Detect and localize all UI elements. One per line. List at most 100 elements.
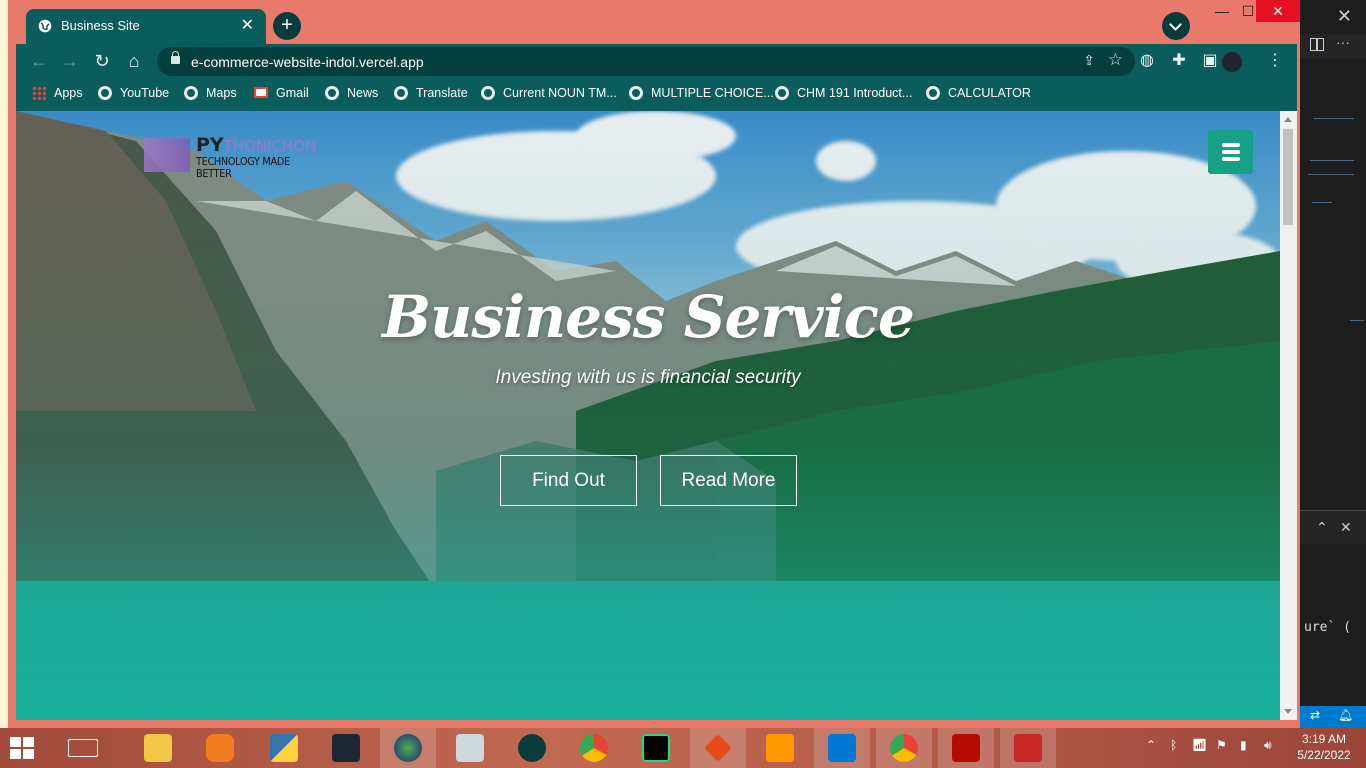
scrollbar-thumb[interactable] [1283,129,1293,225]
wifi-icon[interactable]: 📶︎ [1192,738,1207,752]
network-tool-icon[interactable] [442,728,498,768]
tab-close-icon[interactable]: ✕ [241,15,254,35]
bookmarks-bar: Apps YouTube Maps Gmail News Translate C… [16,79,1297,111]
editor-status-bar: ⇄ 🔔︎ [1300,706,1366,728]
panel-close-icon[interactable]: ✕ [1340,519,1352,536]
file-explorer-icon[interactable] [130,728,186,768]
globe-icon [394,86,408,100]
new-tab-button[interactable]: + [273,12,301,40]
python-icon[interactable] [256,728,312,768]
logo-name: THONICHON [223,137,317,155]
home-icon[interactable]: ⌂ [123,50,145,72]
logo-mark-icon [144,138,190,172]
back-arrow-icon[interactable]: ← [28,50,50,72]
flag-icon[interactable]: ⚑ [1216,738,1227,752]
windows-start-icon[interactable] [10,737,34,759]
chrome-icon[interactable] [566,728,622,768]
editor-close-icon[interactable]: ✕ [1337,6,1352,27]
bookmark-multiple-choice[interactable]: MULTIPLE CHOICE... [629,85,774,105]
bookmark-news[interactable]: News [325,85,378,105]
tab-search-button[interactable] [1162,12,1190,40]
bookmark-calculator[interactable]: CALCULATOR [926,85,1031,105]
lock-icon[interactable] [171,51,180,64]
internet-download-manager-icon[interactable] [380,728,436,768]
hero-title: Business Service [382,283,915,351]
terminal-panel-header: ⌃ ✕ [1300,510,1366,544]
system-clock[interactable]: 3:19 AM 5/22/2022 [1292,731,1356,763]
tab-business-site[interactable]: Business Site ✕ [26,9,266,44]
bookmark-maps[interactable]: Maps [184,85,237,105]
find-out-button[interactable]: Find Out [500,455,637,506]
wps-pdf-icon[interactable] [1000,728,1056,768]
forward-arrow-icon[interactable]: → [59,50,81,72]
scroll-up-arrow-icon[interactable] [1284,117,1292,122]
vscode-icon[interactable] [814,728,870,768]
gmail-icon [254,87,268,98]
git-gui-icon[interactable] [690,728,746,768]
extension-icon[interactable]: ◍ [1136,50,1158,70]
logo-mark: PY [196,134,224,156]
gitkraken-icon[interactable] [504,728,560,768]
browser-toolbar: ← → ↻ ⌂ e-commerce-website-indol.vercel.… [16,44,1297,79]
globe-icon [98,86,112,100]
page-viewport: PYTHONICHON TECHNOLOGY MADE BETTER Busin… [16,111,1280,720]
puzzle-extensions-icon[interactable]: ✚ [1168,50,1190,70]
bookmark-chm-191[interactable]: CHM 191 Introduct... [775,85,912,105]
reload-icon[interactable]: ↻ [91,50,113,72]
bookmark-current-noun[interactable]: Current NOUN TM... [481,85,617,105]
bell-icon[interactable]: 🔔︎ [1338,708,1353,722]
bluetooth-icon[interactable]: ᛒ [1170,738,1177,752]
url-text[interactable]: e-commerce-website-indol.vercel.app [191,54,424,70]
address-bar[interactable]: e-commerce-website-indol.vercel.app ⇪ ☆ [157,47,1135,76]
clock-date: 5/22/2022 [1297,748,1351,762]
globe-icon [38,19,52,33]
clock-time: 3:19 AM [1301,732,1347,746]
bookmark-gmail[interactable]: Gmail [254,85,309,105]
editor-code-area [1300,58,1366,510]
touch-keyboard-icon[interactable] [68,739,98,757]
profile-avatar[interactable] [1222,52,1242,72]
globe-icon [325,86,339,100]
hero-overlay [16,111,1280,720]
tab-title: Business Site [61,18,140,33]
tab-strip: Business Site ✕ + — ☐ ✕ [8,0,1300,44]
hamburger-icon [1222,143,1240,147]
chevron-up-icon[interactable]: ⌃ [1316,519,1328,536]
background-window-strip [0,0,8,728]
site-logo[interactable]: PYTHONICHON TECHNOLOGY MADE BETTER [144,134,324,180]
acrobat-icon[interactable] [938,728,994,768]
show-hidden-icons-icon[interactable]: ⌃ [1146,738,1156,752]
bookmark-star-icon[interactable]: ☆ [1108,50,1123,70]
background-editor-window: ✕ ··· ⌃ ✕ ure` ( ⇄ 🔔︎ [1300,0,1366,728]
globe-icon [184,86,198,100]
media-player-icon[interactable] [752,728,808,768]
close-window-button[interactable]: ✕ [1256,0,1300,22]
scroll-down-arrow-icon[interactable] [1284,709,1292,714]
read-more-button[interactable]: Read More [660,455,797,506]
menu-hamburger-button[interactable] [1208,130,1253,174]
logo-tagline: TECHNOLOGY MADE BETTER [196,156,290,180]
side-panel-icon[interactable]: ▣ [1199,50,1221,70]
hero-subtitle: Investing with us is financial security [495,367,801,388]
battery-icon[interactable]: ▮ [1240,738,1247,752]
windows-taskbar: ⌃ ᛒ 📶︎ ⚑ ▮ 🔊︎ 3:19 AM 5/22/2022 [0,728,1366,768]
chrome-active-icon[interactable] [876,728,932,768]
menu-kebab-icon[interactable]: ⋮ [1264,50,1286,70]
volume-icon[interactable]: 🔊︎ [1264,738,1272,753]
pycharm-icon[interactable] [628,728,684,768]
bookmark-youtube[interactable]: YouTube [98,85,169,105]
obs-icon[interactable] [318,728,374,768]
globe-icon [629,86,643,100]
bookmark-apps[interactable]: Apps [32,85,83,105]
globe-icon [926,86,940,100]
terminal-text: ure` ( [1304,620,1351,635]
more-actions-icon[interactable]: ··· [1336,34,1350,50]
globe-icon [775,86,789,100]
remote-icon[interactable]: ⇄ [1310,708,1320,722]
page-scrollbar[interactable] [1280,111,1297,720]
bookmark-translate[interactable]: Translate [394,85,468,105]
xampp-icon[interactable] [192,728,248,768]
split-editor-icon[interactable] [1310,38,1324,51]
share-icon[interactable]: ⇪ [1083,52,1095,69]
globe-icon [481,86,495,100]
